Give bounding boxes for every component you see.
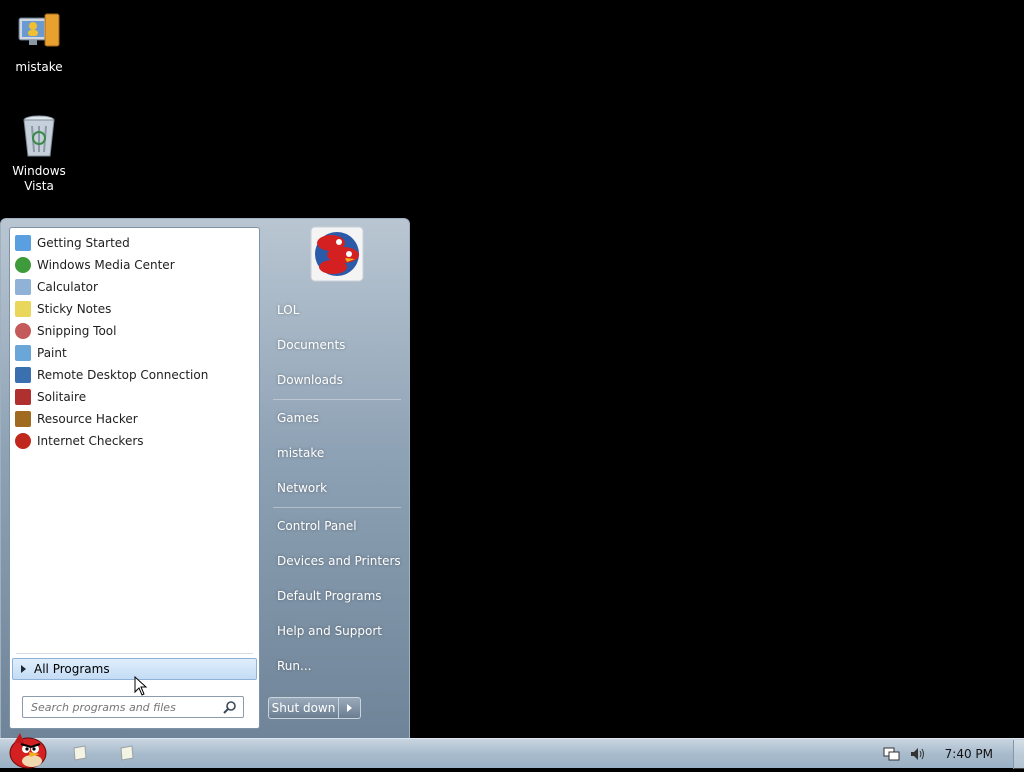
right-item-label: LOL: [277, 303, 300, 317]
right-item-label: Run...: [277, 659, 312, 673]
triangle-right-icon: [347, 704, 352, 712]
right-item-devices-printers[interactable]: Devices and Printers: [269, 546, 403, 576]
desktop-icon-label: Windows Vista: [12, 164, 66, 193]
program-list: Getting Started Windows Media Center Cal…: [10, 228, 259, 452]
right-item-label: Network: [277, 481, 328, 495]
program-item[interactable]: Paint: [10, 342, 259, 364]
all-programs-label: All Programs: [34, 662, 110, 676]
triangle-right-icon: [21, 665, 26, 673]
right-item-help-support[interactable]: Help and Support: [269, 616, 403, 646]
network-icon[interactable]: [883, 746, 901, 762]
right-item-label: Games: [277, 411, 319, 425]
search-box: [22, 696, 244, 718]
mouse-cursor-icon: [134, 676, 148, 696]
angry-bird-start-icon: [9, 733, 47, 769]
start-menu-programs-pane: Getting Started Windows Media Center Cal…: [9, 227, 260, 729]
right-separator: [273, 399, 401, 400]
solitaire-icon: [15, 389, 31, 405]
user-avatar[interactable]: [309, 225, 365, 283]
program-item[interactable]: Internet Checkers: [10, 430, 259, 452]
desktop-icon-user-folder[interactable]: mistake: [0, 8, 78, 75]
sticky-notes-icon[interactable]: [72, 745, 88, 761]
sticky-notes-icon: [15, 301, 31, 317]
right-item-run[interactable]: Run...: [269, 651, 403, 681]
right-item-label: Default Programs: [277, 589, 382, 603]
calculator-icon: [15, 279, 31, 295]
program-item[interactable]: Getting Started: [10, 232, 259, 254]
right-item-user-folder[interactable]: LOL: [269, 295, 403, 325]
desktop-icon-label: mistake: [15, 60, 63, 74]
right-item-label: Downloads: [277, 373, 343, 387]
right-item-label: Devices and Printers: [277, 554, 401, 568]
internet-checkers-icon: [15, 433, 31, 449]
remote-desktop-icon: [15, 367, 31, 383]
system-tray: 7:40 PM: [883, 739, 1024, 769]
program-item[interactable]: Resource Hacker: [10, 408, 259, 430]
volume-icon[interactable]: [909, 746, 925, 762]
search-icon[interactable]: [223, 700, 237, 714]
right-item-default-programs[interactable]: Default Programs: [269, 581, 403, 611]
right-item-documents[interactable]: Documents: [269, 330, 403, 360]
clock[interactable]: 7:40 PM: [945, 747, 993, 761]
resource-hacker-icon: [15, 411, 31, 427]
right-item-label: Documents: [277, 338, 346, 352]
right-item-label: Control Panel: [277, 519, 357, 533]
right-item-label: mistake: [277, 446, 325, 460]
sticky-notes-icon[interactable]: [119, 745, 135, 761]
right-separator: [273, 507, 401, 508]
right-item-downloads[interactable]: Downloads: [269, 365, 403, 395]
right-item-network[interactable]: Network: [269, 473, 403, 503]
right-item-control-panel[interactable]: Control Panel: [269, 511, 403, 541]
program-item[interactable]: Remote Desktop Connection: [10, 364, 259, 386]
snipping-tool-icon: [15, 323, 31, 339]
right-item-computer[interactable]: mistake: [269, 438, 403, 468]
program-item[interactable]: Calculator: [10, 276, 259, 298]
program-item[interactable]: Sticky Notes: [10, 298, 259, 320]
programs-separator: [16, 653, 253, 654]
angry-bird-avatar-icon: [310, 226, 364, 282]
media-center-icon: [15, 257, 31, 273]
recycle-bin-icon: [15, 112, 63, 160]
right-item-label: Help and Support: [277, 624, 382, 638]
show-desktop-button[interactable]: [1013, 739, 1024, 769]
right-item-games[interactable]: Games: [269, 403, 403, 433]
computer-user-icon: [15, 8, 63, 56]
shutdown-group: Shut down: [268, 697, 361, 719]
desktop-icon-recycle-bin[interactable]: Windows Vista: [0, 112, 78, 194]
shutdown-button[interactable]: Shut down: [268, 697, 339, 719]
program-item[interactable]: Snipping Tool: [10, 320, 259, 342]
shutdown-options-button[interactable]: [339, 697, 361, 719]
paint-icon: [15, 345, 31, 361]
search-input[interactable]: [29, 699, 223, 715]
start-menu: Getting Started Windows Media Center Cal…: [0, 218, 410, 738]
getting-started-icon: [15, 235, 31, 251]
start-button[interactable]: [4, 731, 48, 769]
program-item[interactable]: Windows Media Center: [10, 254, 259, 276]
program-item[interactable]: Solitaire: [10, 386, 259, 408]
taskbar: 7:40 PM: [0, 733, 1024, 769]
